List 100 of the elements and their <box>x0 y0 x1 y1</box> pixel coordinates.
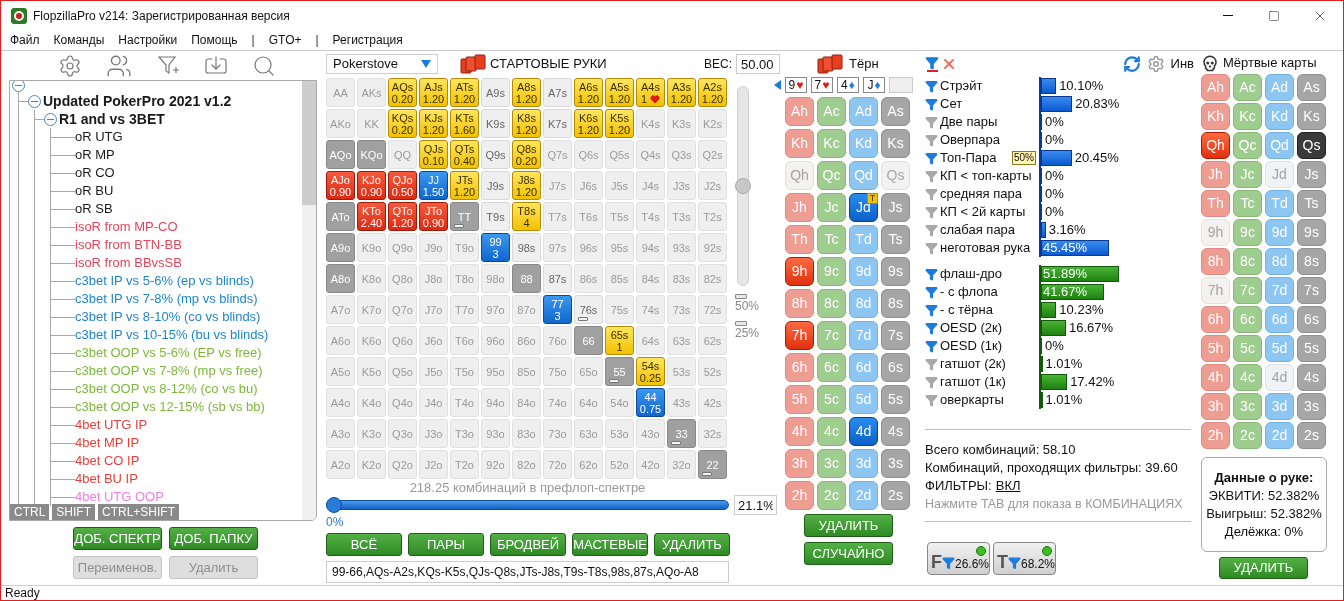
hand-cell[interactable]: 54o <box>605 388 634 417</box>
hand-cell[interactable]: KTs 1.60 <box>450 109 479 138</box>
hand-cell[interactable]: 93s <box>667 233 696 262</box>
card-button[interactable]: Qd <box>1265 132 1294 159</box>
hand-cell[interactable]: 95o <box>481 357 510 386</box>
settings-icon[interactable] <box>1146 55 1165 73</box>
hand-cell[interactable]: A2s 1.20 <box>698 78 727 107</box>
range-button[interactable]: УДАЛИТЬ <box>654 533 730 556</box>
hand-cell[interactable]: T4s <box>636 202 665 231</box>
hand-cell[interactable]: A3s 1.20 <box>667 78 696 107</box>
range-text-field[interactable]: 99-66,AQs-A2s,KQs-K5s,QJs-Q8s,JTs-J8s,T9s-T8s,98s,87s,AQo-A8 <box>326 561 729 583</box>
tree-item[interactable]: oR BU <box>75 181 114 201</box>
tree-item[interactable]: c3bet IP vs 10-15% (bu vs blinds) <box>75 325 269 345</box>
card-button[interactable]: 8h <box>1201 248 1230 275</box>
hand-cell[interactable]: 98s <box>512 233 541 262</box>
weight-field[interactable]: 50.00 <box>736 54 780 74</box>
filter-toggle-icon[interactable] <box>925 339 938 353</box>
hand-cell[interactable]: J3s <box>667 171 696 200</box>
hand-cell[interactable]: A4s 1 <box>636 78 665 107</box>
turn-button[interactable]: УДАЛИТЬ <box>804 514 893 537</box>
hand-cell[interactable]: T6s <box>574 202 603 231</box>
card-button[interactable]: 3h <box>1201 393 1230 420</box>
hand-cell[interactable]: KQo <box>357 140 386 169</box>
hand-cell[interactable]: 83o <box>512 419 541 448</box>
hand-cell[interactable]: A9s <box>481 78 510 107</box>
card-button[interactable]: 3d <box>849 449 878 478</box>
hand-cell[interactable]: 85s <box>605 264 634 293</box>
hand-cell[interactable]: 52o <box>605 450 634 479</box>
card-button[interactable]: 2h <box>1201 422 1230 449</box>
panel-button[interactable]: ДОБ. СПЕКТР <box>73 527 162 550</box>
range-slider[interactable] <box>326 497 729 513</box>
hand-cell[interactable]: K4s <box>636 109 665 138</box>
board-card[interactable]: J♦ <box>863 77 885 93</box>
filter-toggle-icon[interactable] <box>925 223 938 237</box>
hand-cell[interactable]: 94s <box>636 233 665 262</box>
hand-cell[interactable]: A2o <box>326 450 355 479</box>
card-button[interactable]: Qc <box>817 161 846 190</box>
card-button[interactable]: 6h <box>1201 306 1230 333</box>
hand-cell[interactable]: A6s 1.20 <box>574 78 603 107</box>
hand-cell[interactable]: Q4s <box>636 140 665 169</box>
hand-cell[interactable]: 55 <box>605 357 634 386</box>
slider-thumb[interactable] <box>326 497 342 513</box>
card-button[interactable]: 5d <box>849 385 878 414</box>
card-button[interactable]: Qs <box>1297 132 1326 159</box>
card-button[interactable]: 8c <box>817 289 846 318</box>
dead-remove-button[interactable]: УДАЛИТЬ <box>1219 557 1308 579</box>
hand-cell[interactable]: KK <box>357 109 386 138</box>
menu-item[interactable]: Настройки <box>118 31 178 49</box>
filter-icon[interactable] <box>925 56 939 72</box>
hand-cell[interactable]: A3o <box>326 419 355 448</box>
hand-cell[interactable]: QTo 1.20 <box>388 202 417 231</box>
hand-cell[interactable]: 53s <box>667 357 696 386</box>
tree-item[interactable]: 4bet UTG OOP <box>75 487 164 507</box>
tree-item[interactable]: isoR from MP-CO <box>75 217 178 237</box>
hand-cell[interactable]: Q5o <box>388 357 417 386</box>
card-button[interactable]: 8s <box>881 289 910 318</box>
hand-cell[interactable]: 32s <box>698 419 727 448</box>
card-button[interactable]: 9d <box>849 257 878 286</box>
card-button[interactable]: 6d <box>1265 306 1294 333</box>
card-button[interactable]: Jh <box>1201 161 1230 188</box>
hand-cell[interactable]: K7o <box>357 295 386 324</box>
hand-cell[interactable]: Q4o <box>388 388 417 417</box>
modifier-tag[interactable]: CTRL <box>10 504 50 520</box>
hand-cell[interactable]: T9o <box>450 233 479 262</box>
hand-cell[interactable]: AA <box>326 78 355 107</box>
hand-cell[interactable]: Q5s <box>605 140 634 169</box>
hand-cell[interactable]: 63s <box>667 326 696 355</box>
card-button[interactable]: 7d <box>849 321 878 350</box>
hand-cell[interactable]: J6s <box>574 171 603 200</box>
hand-cell[interactable]: 64s <box>636 326 665 355</box>
hand-cell[interactable]: 33 <box>667 419 696 448</box>
hand-cell[interactable]: K2s <box>698 109 727 138</box>
hand-cell[interactable]: 62s <box>698 326 727 355</box>
card-button[interactable]: 5c <box>1233 335 1262 362</box>
scrollbar[interactable] <box>302 81 316 520</box>
card-button[interactable]: 7s <box>881 321 910 350</box>
hand-cell[interactable]: Q3o <box>388 419 417 448</box>
hand-cell[interactable]: 65o <box>574 357 603 386</box>
card-button[interactable]: Tc <box>1233 190 1262 217</box>
filter-toggle-icon[interactable] <box>925 321 938 335</box>
hand-cell[interactable]: Q7s <box>543 140 572 169</box>
hand-cell[interactable]: Q2o <box>388 450 417 479</box>
card-button[interactable]: 5s <box>881 385 910 414</box>
hand-cell[interactable]: A4o <box>326 388 355 417</box>
card-button[interactable]: 9d <box>1265 219 1294 246</box>
hand-cell[interactable]: 76o <box>543 326 572 355</box>
filter-toggle-icon[interactable] <box>925 133 938 147</box>
filter-toggle-icon[interactable] <box>925 357 938 371</box>
card-button[interactable]: 9s <box>1297 219 1326 246</box>
hand-cell[interactable]: Q6s <box>574 140 603 169</box>
card-button[interactable]: Td <box>849 225 878 254</box>
card-button[interactable]: Kh <box>785 129 814 158</box>
hand-cell[interactable]: 77 3 <box>543 295 572 324</box>
hand-cell[interactable]: T7o <box>450 295 479 324</box>
filter-toggle-icon[interactable] <box>925 187 938 201</box>
tree-item[interactable]: 4bet CO IP <box>75 451 140 471</box>
hand-cell[interactable]: T6o <box>450 326 479 355</box>
hand-cell[interactable]: J5o <box>419 357 448 386</box>
hand-cell[interactable]: JTo 0.90 <box>419 202 448 231</box>
hand-cell[interactable]: QJs 0.10 <box>419 140 448 169</box>
